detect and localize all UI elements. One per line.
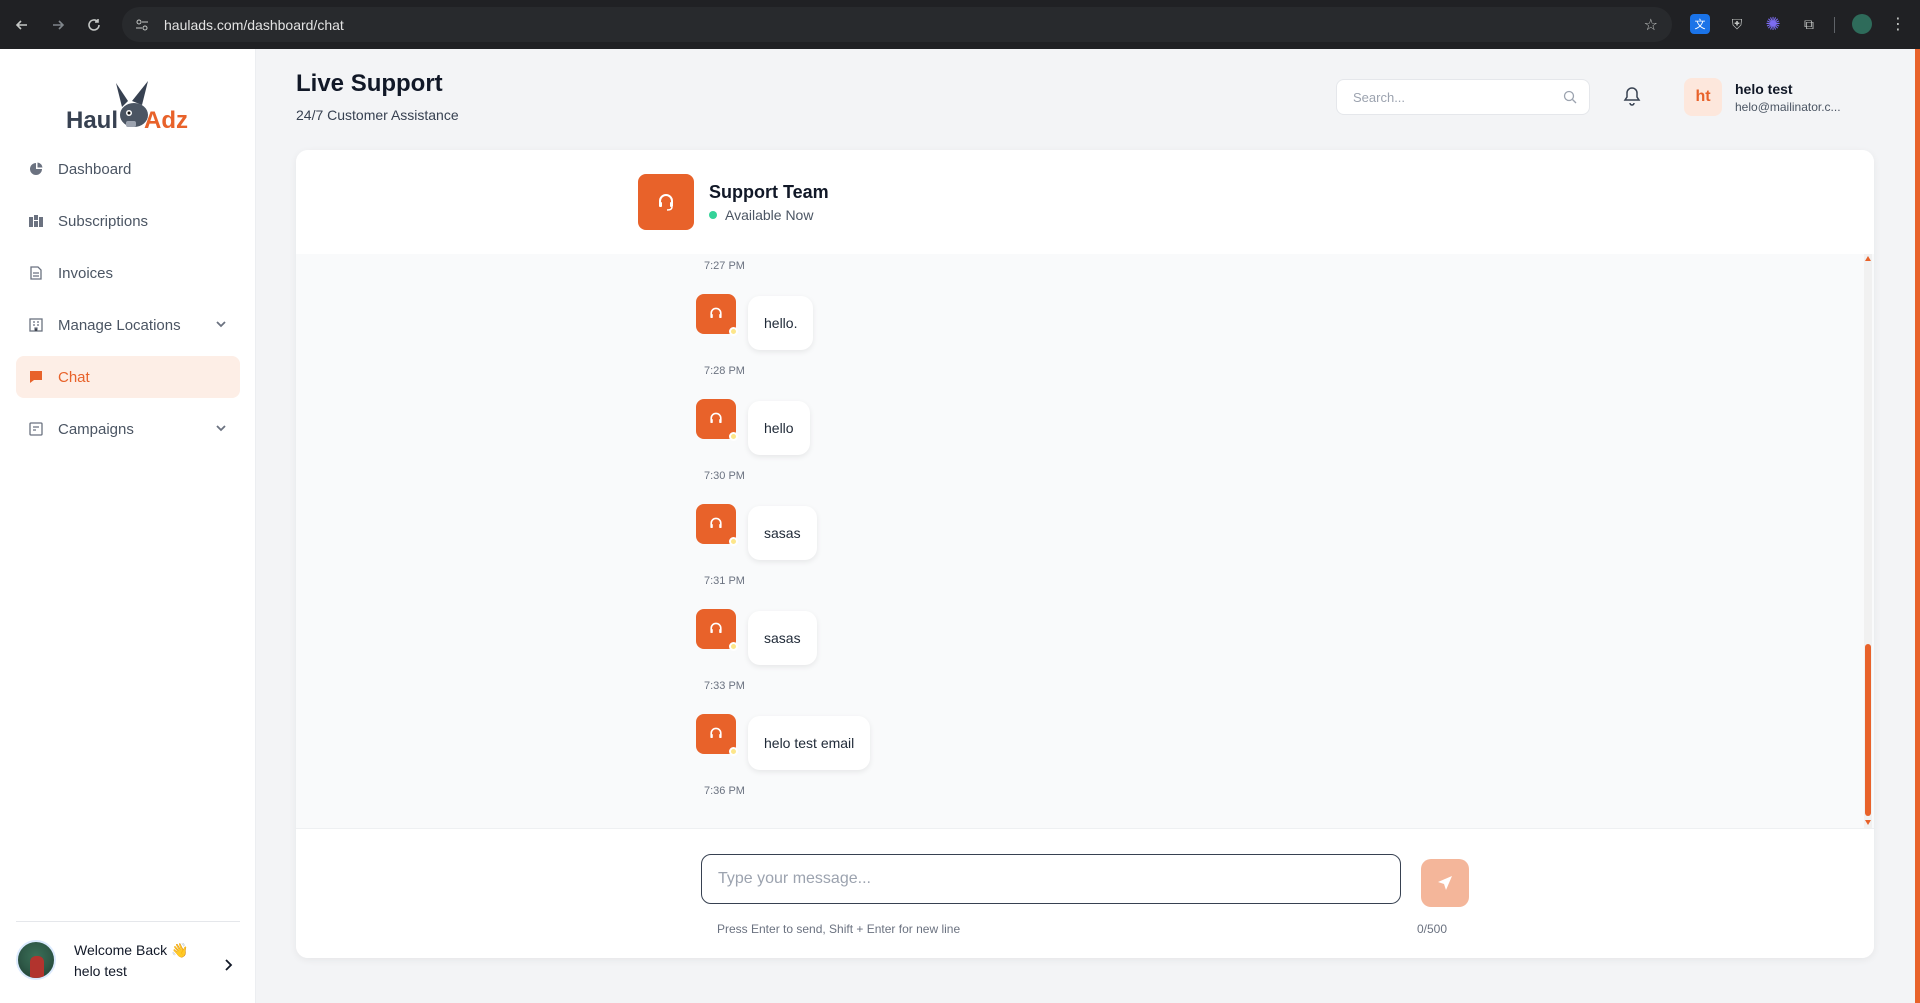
support-status-text: Available Now — [725, 207, 814, 223]
sidebar-item-label: Subscriptions — [58, 212, 149, 230]
site-settings-icon[interactable] — [132, 15, 152, 35]
sidebar-item-label: Manage Locations — [58, 316, 181, 334]
logo-text-adz: Adz — [144, 107, 188, 134]
forward-arrow-icon[interactable] — [46, 13, 70, 37]
header-user-email: helo@mailinator.c... — [1735, 100, 1841, 114]
brand-logo[interactable]: Haul Adz — [62, 69, 202, 134]
bookmark-star-icon[interactable]: ☆ — [1644, 15, 1658, 35]
document-icon — [28, 265, 44, 281]
message-timestamp: 7:30 PM — [704, 470, 745, 482]
message-list[interactable]: 7:27 PM hello. 7:28 PM hello 7:30 PM sas… — [296, 254, 1874, 828]
url-text[interactable]: haulads.com/dashboard/chat — [164, 17, 344, 33]
user-profile-footer[interactable]: Welcome Back 👋 helo test — [16, 921, 240, 980]
sidebar-item-label: Dashboard — [58, 160, 132, 178]
sidebar-item-label: Invoices — [58, 264, 114, 282]
support-team-name: Support Team — [709, 182, 829, 202]
sidebar-menu: Dashboard Subscriptions Invoices Manage … — [16, 148, 240, 460]
support-status: Available Now — [709, 207, 813, 223]
welcome-block: Welcome Back 👋 helo test — [74, 942, 188, 979]
footer-user-name: helo test — [74, 962, 127, 979]
sidebar-item-dashboard[interactable]: Dashboard — [16, 148, 240, 190]
message-input[interactable] — [701, 854, 1401, 904]
message-timestamp: 7:28 PM — [704, 365, 745, 377]
sidebar-item-manage-locations[interactable]: Manage Locations — [16, 304, 240, 346]
extensions-puzzle-icon[interactable]: ⧉ — [1799, 14, 1819, 34]
extension-shield-icon[interactable]: ⛨ — [1727, 14, 1747, 34]
logo-text-haul: Haul — [66, 107, 119, 134]
sidebar-item-subscriptions[interactable]: Subscriptions — [16, 200, 240, 242]
headset-icon — [696, 609, 738, 651]
page-scrollbar-thumb[interactable] — [1915, 49, 1920, 1003]
address-bar[interactable]: haulads.com/dashboard/chat ☆ — [122, 7, 1672, 42]
welcome-text: Welcome Back 👋 — [74, 941, 189, 958]
message-bubble: sasas — [748, 611, 817, 665]
chat-panel: Support Team Available Now 7:27 PM hello… — [296, 150, 1874, 958]
reload-icon[interactable] — [82, 13, 106, 37]
headset-icon — [638, 174, 694, 230]
browser-toolbar: haulads.com/dashboard/chat ☆ 文 ⛨ ✺ ⧉ ⋮ — [0, 0, 1920, 49]
sidebar-item-label: Chat — [58, 368, 90, 386]
browser-menu-icon[interactable]: ⋮ — [1888, 14, 1908, 34]
pie-chart-icon — [28, 161, 44, 177]
send-button[interactable] — [1421, 859, 1469, 907]
chevron-down-icon[interactable] — [214, 317, 228, 335]
headset-icon — [696, 294, 738, 336]
message-bubble: helo test email — [748, 716, 871, 770]
sidebar-item-label: Campaigns — [58, 420, 134, 438]
grid-icon — [28, 213, 44, 229]
message-bubble: sasas — [748, 506, 817, 560]
headset-icon — [696, 399, 738, 441]
message-timestamp: 7:36 PM — [704, 785, 745, 797]
chevron-down-icon[interactable] — [214, 421, 228, 439]
sidebar: Haul Adz Dashboard Subscriptions Invoice… — [0, 49, 256, 1003]
composer-hint: Press Enter to send, Shift + Enter for n… — [717, 922, 961, 936]
chat-icon — [28, 369, 44, 385]
sidebar-item-invoices[interactable]: Invoices — [16, 252, 240, 294]
avatar — [16, 940, 56, 980]
campaign-icon — [28, 421, 44, 437]
headset-icon — [696, 714, 738, 756]
sidebar-item-chat[interactable]: Chat — [16, 356, 240, 398]
sidebar-item-campaigns[interactable]: Campaigns — [16, 408, 240, 450]
building-icon — [28, 317, 44, 333]
message-timestamp: 7:33 PM — [704, 680, 745, 692]
search-box — [1336, 79, 1590, 115]
search-input[interactable] — [1353, 80, 1563, 114]
page-title: Live Support — [296, 70, 443, 97]
profile-avatar-icon[interactable] — [1852, 14, 1872, 34]
scroll-up-arrow-icon[interactable] — [1865, 256, 1871, 261]
send-icon — [1438, 876, 1452, 890]
back-arrow-icon[interactable] — [10, 13, 34, 37]
headset-icon — [696, 504, 738, 546]
toolbar-divider — [1834, 17, 1835, 33]
extension-translate-icon[interactable]: 文 — [1690, 14, 1710, 34]
message-timestamp: 7:27 PM — [704, 260, 745, 272]
online-status-dot — [709, 211, 717, 219]
search-icon[interactable] — [1563, 90, 1577, 109]
character-counter: 0/500 — [1417, 922, 1448, 936]
notification-bell-icon[interactable] — [1622, 86, 1642, 111]
user-initials-badge[interactable]: ht — [1684, 78, 1722, 116]
scroll-down-arrow-icon[interactable] — [1865, 820, 1871, 825]
message-composer: Press Enter to send, Shift + Enter for n… — [296, 828, 1874, 958]
extension-sparkle-icon[interactable]: ✺ — [1763, 14, 1783, 34]
chevron-right-icon[interactable] — [222, 958, 234, 977]
message-bubble: hello. — [748, 296, 814, 350]
header-user-name[interactable]: helo test — [1735, 81, 1793, 97]
page-subtitle: 24/7 Customer Assistance — [296, 107, 459, 123]
scrollbar-thumb[interactable] — [1865, 644, 1871, 816]
chat-header: Support Team Available Now — [296, 150, 1874, 254]
message-timestamp: 7:31 PM — [704, 575, 745, 587]
message-bubble: hello — [748, 401, 810, 455]
